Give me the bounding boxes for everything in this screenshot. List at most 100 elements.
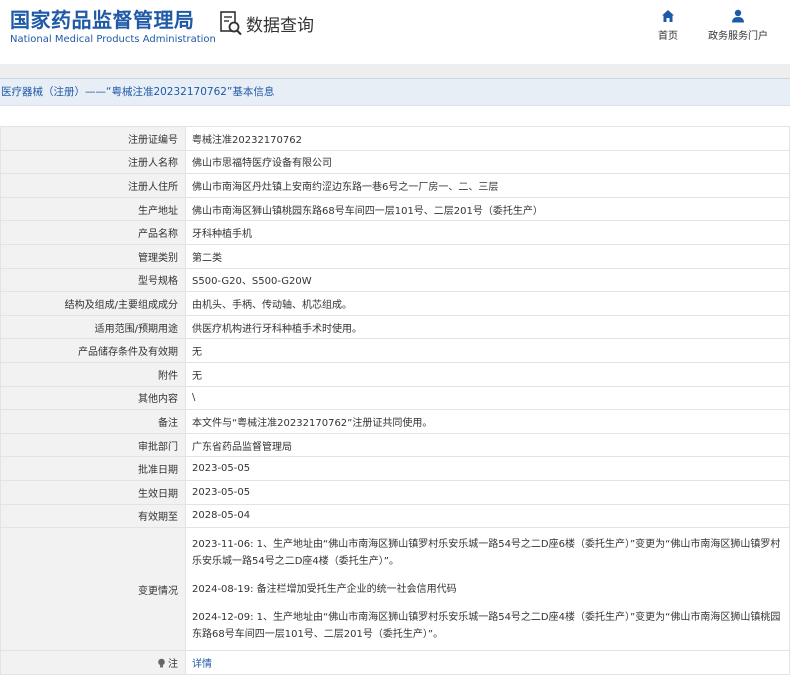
table-row: 注册证编号 粤械注准20232170762: [0, 126, 790, 151]
change-history-label: 变更情况: [0, 527, 186, 652]
row-value: 2023-05-05: [185, 456, 790, 481]
table-row: 型号规格 S500-G20、S500-G20W: [0, 267, 790, 293]
row-value-text: 牙科种植手机: [192, 229, 252, 241]
table-row: 结构及组成/主要组成成分 由机头、手柄、传动轴、机芯组成。: [0, 291, 790, 316]
table-row: 管理类别 第二类: [0, 243, 790, 269]
header-divider: [0, 64, 790, 78]
row-value-text: 2028-05-04: [192, 510, 251, 522]
row-value: 2023-05-05: [185, 479, 790, 505]
row-label: 附件: [0, 361, 186, 387]
row-value-text: 佛山市思福特医疗设备有限公司: [192, 158, 332, 170]
row-label: 注册人住所: [0, 173, 186, 198]
table-row: 有效期至 2028-05-04: [0, 503, 790, 529]
note-row: 注 详情: [0, 650, 790, 675]
row-value-text: 无: [192, 370, 202, 382]
row-label: 注册证编号: [0, 126, 186, 151]
note-value: 详情: [185, 650, 790, 675]
row-value: S500-G20、S500-G20W: [185, 267, 790, 293]
change-entry-text: 2023-11-06: 1、生产地址由“佛山市南海区狮山镇罗村乐安乐城一路54号…: [192, 538, 781, 567]
nav-home-label: 首页: [658, 31, 678, 42]
table-row: 注册人名称 佛山市思福特医疗设备有限公司: [0, 149, 790, 175]
change-entry-text: 2024-08-19: 备注栏增加受托生产企业的统一社会信用代码: [192, 583, 457, 595]
row-value: 第二类: [185, 243, 790, 269]
row-value-text: 佛山市南海区丹灶镇上安南约涩边东路一巷6号之一厂房一、二、三层: [192, 181, 499, 193]
change-entry: 2024-12-09: 1、生产地址由“佛山市南海区狮山镇罗村乐安乐城一路54号…: [192, 609, 783, 643]
table-row: 审批部门 广东省药品监督管理局: [0, 432, 790, 458]
row-value: 无: [185, 338, 790, 363]
nav-service-portal[interactable]: 政务服务门户: [705, 9, 771, 42]
row-label: 批准日期: [0, 456, 186, 481]
table-row: 生产地址 佛山市南海区狮山镇桃园东路68号车间四一层101号、二层201号（委托生…: [0, 196, 790, 222]
change-entry: 2023-11-06: 1、生产地址由“佛山市南海区狮山镇罗村乐安乐城一路54号…: [192, 536, 783, 570]
row-label: 适用范围/预期用途: [0, 314, 186, 340]
row-label: 其他内容: [0, 385, 186, 411]
change-history-value: 2023-11-06: 1、生产地址由“佛山市南海区狮山镇罗村乐安乐城一路54号…: [185, 527, 790, 652]
site-logo[interactable]: 国家药品监督管理局 National Medical Products Admi…: [10, 7, 216, 45]
row-value-text: 无: [192, 347, 202, 359]
row-label: 有效期至: [0, 503, 186, 529]
row-value: 佛山市思福特医疗设备有限公司: [185, 149, 790, 175]
row-value: 佛山市南海区狮山镇桃园东路68号车间四一层101号、二层201号（委托生产）: [185, 196, 790, 222]
bulb-icon: [157, 658, 168, 670]
row-value-text: 佛山市南海区狮山镇桃园东路68号车间四一层101号、二层201号（委托生产）: [192, 205, 543, 217]
table-row: 注册人住所 佛山市南海区丹灶镇上安南约涩边东路一巷6号之一厂房一、二、三层: [0, 173, 790, 198]
nav-service-label: 政务服务门户: [708, 31, 768, 42]
row-value-text: 粤械注准20232170762: [192, 134, 302, 146]
row-value: 由机头、手柄、传动轴、机芯组成。: [185, 291, 790, 316]
table-row: 备注 本文件与“粤械注准20232170762”注册证共同使用。: [0, 409, 790, 434]
table-row: 适用范围/预期用途 供医疗机构进行牙科种植手术时使用。: [0, 314, 790, 340]
row-value: 2028-05-04: [185, 503, 790, 529]
table-row: 产品储存条件及有效期无: [0, 338, 790, 363]
row-value: 广东省药品监督管理局: [185, 432, 790, 458]
row-value-text: 供医疗机构进行牙科种植手术时使用。: [192, 323, 362, 335]
breadcrumb: 医疗器械（注册）——“粤械注准20232170762”基本信息: [0, 78, 790, 106]
nav-home[interactable]: 首页: [655, 9, 681, 42]
row-label: 型号规格: [0, 267, 186, 293]
change-entry: 2024-08-19: 备注栏增加受托生产企业的统一社会信用代码: [192, 581, 783, 598]
row-value: 无: [185, 361, 790, 387]
row-value: 牙科种植手机: [185, 220, 790, 245]
note-label: 注: [168, 658, 178, 670]
row-value: 本文件与“粤械注准20232170762”注册证共同使用。: [185, 409, 790, 434]
table-row: 其他内容 \: [0, 385, 790, 411]
row-value: 佛山市南海区丹灶镇上安南约涩边东路一巷6号之一厂房一、二、三层: [185, 173, 790, 198]
table-row: 附件无: [0, 361, 790, 387]
row-value-text: 第二类: [192, 252, 222, 264]
change-history-row: 变更情况 2023-11-06: 1、生产地址由“佛山市南海区狮山镇罗村乐安乐城…: [0, 527, 790, 652]
data-query-label: 数据查询: [246, 15, 314, 36]
row-value: 粤械注准20232170762: [185, 126, 790, 151]
row-label: 产品名称: [0, 220, 186, 245]
user-icon: [705, 9, 771, 23]
table-row: 生效日期 2023-05-05: [0, 479, 790, 505]
site-header: 国家药品监督管理局 National Medical Products Admi…: [0, 0, 790, 64]
row-label: 审批部门: [0, 432, 186, 458]
row-label: 生效日期: [0, 479, 186, 505]
row-value: \: [185, 385, 790, 411]
search-document-icon: [219, 10, 243, 36]
content-spacer: [0, 106, 790, 126]
row-value-text: S500-G20、S500-G20W: [192, 276, 312, 288]
row-value-text: 广东省药品监督管理局: [192, 441, 292, 453]
row-value-text: 由机头、手柄、传动轴、机芯组成。: [192, 299, 352, 311]
row-label: 生产地址: [0, 196, 186, 222]
row-value-text: 本文件与“粤械注准20232170762”注册证共同使用。: [192, 417, 433, 429]
detail-table: 注册证编号 粤械注准20232170762 注册人名称 佛山市思福特医疗设备有限公司…: [0, 126, 790, 675]
note-label-cell: 注: [0, 650, 186, 675]
row-value: 供医疗机构进行牙科种植手术时使用。: [185, 314, 790, 340]
row-label: 管理类别: [0, 243, 186, 269]
row-label: 备注: [0, 409, 186, 434]
change-entry-text: 2024-12-09: 1、生产地址由“佛山市南海区狮山镇罗村乐安乐城一路54号…: [192, 611, 781, 640]
detail-link[interactable]: 详情: [192, 659, 212, 670]
row-value-text: 2023-05-05: [192, 486, 251, 498]
row-label: 注册人名称: [0, 149, 186, 175]
data-query-link[interactable]: 数据查询: [219, 10, 314, 36]
brand-name-cn: 国家药品监督管理局: [10, 8, 195, 32]
row-value-text: \: [192, 392, 196, 404]
row-label: 结构及组成/主要组成成分: [0, 291, 186, 316]
table-row: 批准日期 2023-05-05: [0, 456, 790, 481]
table-row: 产品名称 牙科种植手机: [0, 220, 790, 245]
row-label: 产品储存条件及有效期: [0, 338, 186, 363]
row-value-text: 2023-05-05: [192, 463, 251, 475]
home-icon: [655, 9, 681, 23]
brand-name-en: National Medical Products Administration: [10, 34, 216, 45]
